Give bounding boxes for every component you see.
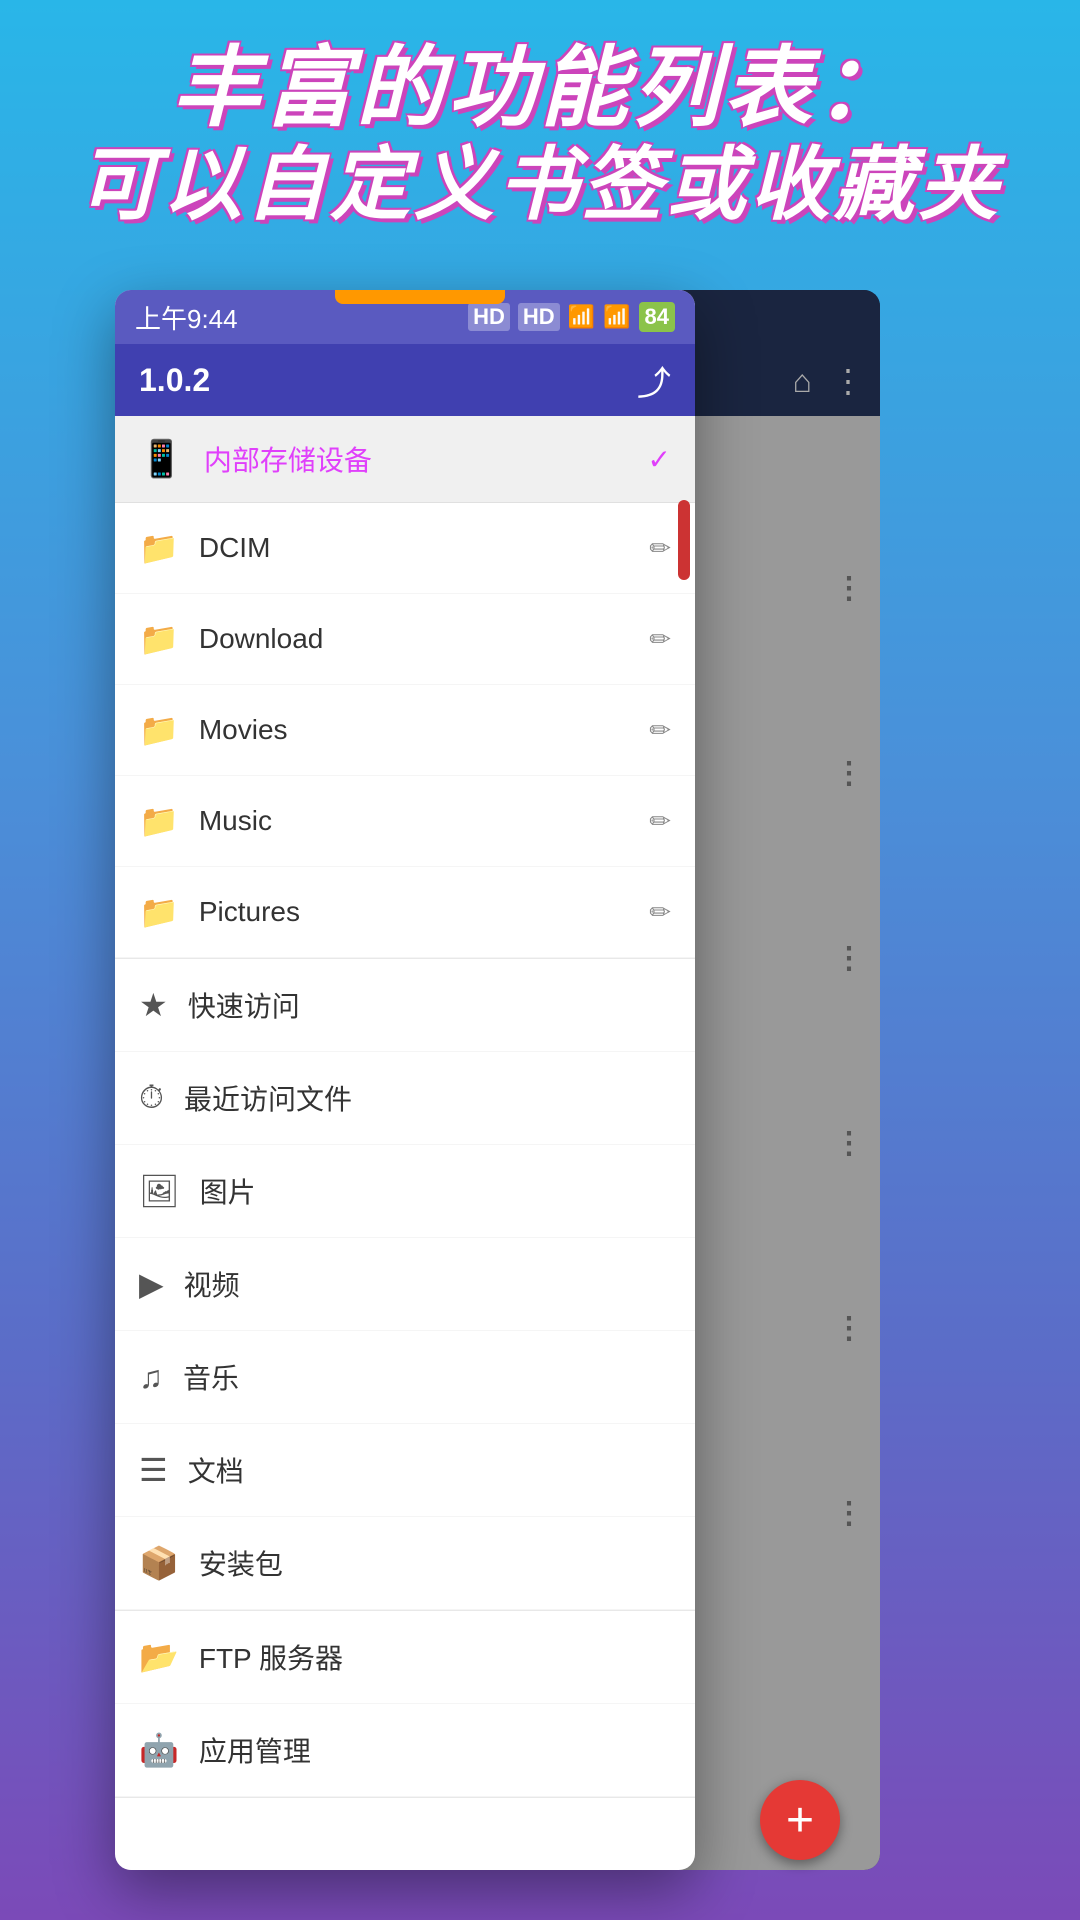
apk-icon: 📦: [139, 1544, 179, 1582]
folder-label-download: Download: [199, 623, 324, 655]
video-icon: ▶: [139, 1265, 164, 1303]
folder-icon-music: 📁: [139, 802, 179, 840]
notification-bar: [335, 290, 505, 304]
ftp-item[interactable]: 📂 FTP 服务器: [115, 1611, 695, 1704]
storage-left: 📱 内部存储设备: [139, 438, 372, 480]
folder-icon-dcim: 📁: [139, 529, 179, 567]
edit-icon-download[interactable]: ✏: [649, 624, 671, 655]
folder-label-movies: Movies: [199, 714, 288, 746]
history-icon: ⏱: [139, 1079, 164, 1117]
video-item[interactable]: ▶ 视频: [115, 1238, 695, 1331]
status-icons: HD HD 📶 📶 84: [468, 302, 675, 332]
folders-section: 📁 DCIM ✏ 📁 Download ✏ 📁 Movies ✏ 📁 Music: [115, 503, 695, 959]
three-dot-4[interactable]: ⋮: [834, 1126, 864, 1161]
fab-plus-icon: +: [786, 1793, 814, 1848]
right-panel-header: ⌂ ⋮: [680, 290, 880, 416]
phone-frame: 上午9:44 HD HD 📶 📶 84 1.0.2 ⤴ 📱 内部存储设备 ✓ 📁…: [115, 290, 695, 1870]
quick-access-section: ★ 快速访问 ⏱ 最近访问文件 🖼 图片 ▶ 视频 ♫: [115, 959, 695, 1611]
ftp-icon: 📂: [139, 1638, 179, 1676]
fab-button[interactable]: +: [760, 1780, 840, 1860]
video-label: 视频: [184, 1264, 240, 1304]
folder-icon-movies: 📁: [139, 711, 179, 749]
battery-indicator: 84: [639, 302, 675, 332]
hd-badge-2: HD: [518, 303, 560, 331]
edit-icon-dcim[interactable]: ✏: [649, 533, 671, 564]
app-manager-item[interactable]: 🤖 应用管理: [115, 1704, 695, 1797]
banner-line2: 可以自定义书签或收藏夹: [30, 137, 1050, 233]
android-icon: 🤖: [139, 1731, 179, 1769]
server-section: 📂 FTP 服务器 🤖 应用管理: [115, 1611, 695, 1798]
phone-storage-icon: 📱: [139, 438, 184, 480]
edit-icon-music[interactable]: ✏: [649, 806, 671, 837]
hd-badge-1: HD: [468, 303, 510, 331]
document-icon: ☰: [139, 1451, 168, 1489]
status-time: 上午9:44: [135, 299, 238, 336]
image-icon: 🖼: [139, 1172, 180, 1210]
apk-item[interactable]: 📦 安装包: [115, 1517, 695, 1610]
folder-download[interactable]: 📁 Download ✏: [115, 594, 695, 685]
folder-dcim[interactable]: 📁 DCIM ✏: [115, 503, 695, 594]
wifi-icon: 📶: [603, 304, 630, 330]
storage-item[interactable]: 📱 内部存储设备 ✓: [115, 416, 695, 503]
folder-pictures[interactable]: 📁 Pictures ✏: [115, 867, 695, 958]
folder-icon-pictures: 📁: [139, 893, 179, 931]
documents-label: 文档: [188, 1450, 244, 1490]
music-label: 音乐: [183, 1357, 239, 1397]
recent-files-label: 最近访问文件: [184, 1078, 352, 1118]
scroll-indicator: [678, 500, 690, 580]
edit-icon-pictures[interactable]: ✏: [649, 897, 671, 928]
app-version: 1.0.2: [139, 362, 210, 399]
storage-check-icon: ✓: [648, 443, 671, 476]
banner: 丰富的功能列表： 可以自定义书签或收藏夹: [0, 40, 1080, 233]
folder-label-dcim: DCIM: [199, 532, 271, 564]
folder-label-pictures: Pictures: [199, 896, 300, 928]
music-item[interactable]: ♫ 音乐: [115, 1331, 695, 1424]
documents-item[interactable]: ☰ 文档: [115, 1424, 695, 1517]
quick-access-item[interactable]: ★ 快速访问: [115, 959, 695, 1052]
banner-line1: 丰富的功能列表：: [30, 40, 1050, 137]
music-icon: ♫: [139, 1359, 163, 1396]
star-icon: ★: [139, 986, 168, 1024]
three-dot-1[interactable]: ⋮: [834, 571, 864, 606]
more-icon[interactable]: ⋮: [832, 362, 864, 400]
quick-access-label: 快速访问: [188, 985, 300, 1025]
folder-movies[interactable]: 📁 Movies ✏: [115, 685, 695, 776]
app-header: 1.0.2 ⤴: [115, 344, 695, 416]
home-icon[interactable]: ⌂: [793, 363, 812, 400]
right-panel: ⌂ ⋮ ⋮ ⋮ ⋮ ⋮ ⋮ ⋮: [680, 290, 880, 1870]
storage-label: 内部存储设备: [204, 439, 372, 479]
images-item[interactable]: 🖼 图片: [115, 1145, 695, 1238]
three-dot-5[interactable]: ⋮: [834, 1311, 864, 1346]
signal-icon: 📶: [568, 304, 595, 330]
app-manager-label: 应用管理: [199, 1730, 311, 1770]
folder-label-music: Music: [199, 805, 272, 837]
folder-icon-download: 📁: [139, 620, 179, 658]
folder-music[interactable]: 📁 Music ✏: [115, 776, 695, 867]
images-label: 图片: [200, 1171, 256, 1211]
edit-icon-movies[interactable]: ✏: [649, 715, 671, 746]
ftp-label: FTP 服务器: [199, 1637, 343, 1677]
three-dot-3[interactable]: ⋮: [834, 941, 864, 976]
apk-label: 安装包: [199, 1543, 283, 1583]
three-dot-2[interactable]: ⋮: [834, 756, 864, 791]
recent-files-item[interactable]: ⏱ 最近访问文件: [115, 1052, 695, 1145]
three-dot-6[interactable]: ⋮: [834, 1496, 864, 1531]
share-icon[interactable]: ⤴: [637, 356, 671, 405]
